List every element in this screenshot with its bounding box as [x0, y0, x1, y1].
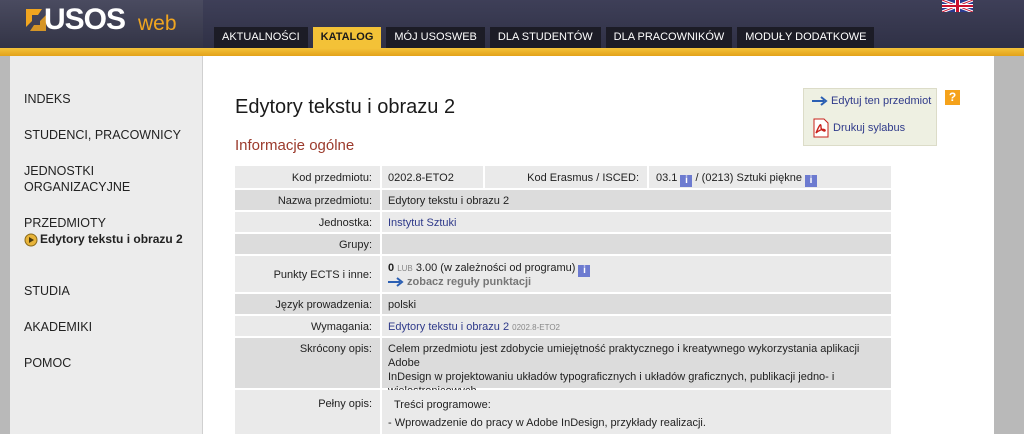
- ects-rules-link[interactable]: zobacz reguły punktacji: [388, 276, 531, 288]
- header-stripe: [0, 48, 1024, 56]
- erasmus-value: 03.1 i / (0213) Sztuki piękne i: [656, 166, 817, 190]
- opis-label: Skrócony opis:: [299, 343, 372, 355]
- edit-course-label: Edytuj ten przedmiot: [831, 95, 932, 107]
- left-margin: [0, 56, 10, 434]
- column-divider: [380, 338, 382, 388]
- table-row: Język prowadzenia: polski: [235, 294, 891, 316]
- column-divider: [380, 166, 382, 188]
- table-row: Jednostka: Instytut Sztuki: [235, 212, 891, 234]
- opis-line: Celem przedmiotu jest zdobycie umiejętno…: [388, 343, 860, 369]
- column-divider: [380, 316, 382, 336]
- info-icon[interactable]: i: [680, 175, 693, 187]
- tab-dla-studentow[interactable]: DLA STUDENTÓW: [489, 27, 601, 48]
- tab-aktualnosci[interactable]: AKTUALNOŚCI: [214, 27, 308, 48]
- erasmus-label: Kod Erasmus / ISCED:: [527, 172, 639, 184]
- sidebar-item-akademiki[interactable]: AKADEMIKI: [24, 319, 194, 335]
- tab-dla-pracownikow[interactable]: DLA PRACOWNIKÓW: [605, 27, 733, 48]
- column-divider: [647, 166, 649, 190]
- column-divider: [380, 294, 382, 314]
- opis-line: InDesign w projektowaniu układów typogra…: [388, 371, 835, 383]
- jednostka-link[interactable]: Instytut Sztuki: [388, 212, 456, 234]
- ects-rules-label: zobacz reguły punktacji: [407, 276, 532, 288]
- erasmus-code: 03.1: [656, 172, 678, 184]
- print-syllabus-link[interactable]: Drukuj sylabus: [812, 118, 905, 138]
- section-heading: Informacje ogólne: [235, 137, 355, 154]
- jednostka-label: Jednostka:: [318, 217, 372, 229]
- sidebar: INDEKS STUDENCI, PRACOWNICY JEDNOSTKI OR…: [10, 56, 202, 434]
- sidebar-subitem-current[interactable]: Edytory tekstu i obrazu 2: [24, 232, 194, 247]
- print-syllabus-label: Drukuj sylabus: [833, 122, 906, 134]
- wymagania-label: Wymagania:: [310, 321, 372, 333]
- actions-panel: Edytuj ten przedmiot Drukuj sylabus: [803, 88, 937, 146]
- sidebar-item-pomoc[interactable]: POMOC: [24, 355, 194, 371]
- column-divider: [380, 212, 382, 232]
- sidebar-item-przedmioty[interactable]: PRZEDMIOTY: [24, 215, 194, 231]
- arrow-right-icon: [812, 96, 828, 106]
- nazwa-value: Edytory tekstu i obrazu 2: [388, 195, 510, 207]
- sidebar-item-indeks[interactable]: INDEKS: [24, 91, 194, 107]
- table-row: Grupy:: [235, 234, 891, 256]
- sidebar-item-studenci[interactable]: STUDENCI, PRACOWNICY: [24, 127, 194, 143]
- ects-label: Punkty ECTS i inne:: [273, 269, 372, 281]
- page-title: Edytory tekstu i obrazu 2: [235, 96, 456, 118]
- column-divider: [380, 234, 382, 254]
- sidebar-divider: [202, 56, 203, 434]
- info-icon[interactable]: i: [578, 265, 591, 277]
- pelny-label: Pełny opis:: [318, 398, 372, 410]
- grupy-label: Grupy:: [338, 239, 372, 251]
- logo[interactable]: USOS web: [0, 0, 203, 48]
- kod-value: 0202.8-ETO2: [388, 172, 454, 184]
- sidebar-item-jednostki[interactable]: JEDNOSTKI ORGANIZACYJNE: [24, 163, 144, 195]
- tab-moduly-dodatkowe[interactable]: MODUŁY DODATKOWE: [737, 27, 875, 48]
- pelny-line: Treści programowe:: [394, 399, 491, 411]
- table-row: Pełny opis: Treści programowe: - Wprowad…: [235, 390, 891, 434]
- tab-katalog[interactable]: KATALOG: [312, 27, 382, 48]
- table-row: Punkty ECTS i inne: 0 LUB 3.00 (w zależn…: [235, 256, 891, 294]
- jezyk-value: polski: [388, 299, 417, 311]
- ects-value: 0 LUB 3.00 (w zależności od programu) i: [388, 261, 591, 277]
- english-flag-icon[interactable]: [942, 0, 973, 12]
- arrow-right-icon: [388, 277, 404, 287]
- nazwa-label: Nazwa przedmiotu:: [277, 195, 372, 207]
- column-divider: [380, 190, 382, 210]
- pelny-value: Treści programowe: - Wprowadzenie do pra…: [388, 398, 706, 430]
- logo-suffix: web: [138, 12, 177, 35]
- ects-max: 3.00 (w zależności od programu): [415, 262, 576, 274]
- wymagania-value: Edytory tekstu i obrazu 2 0202.8-ETO2: [388, 316, 560, 339]
- column-divider: [380, 256, 382, 292]
- isced-value: / (0213) Sztuki piękne: [695, 172, 802, 184]
- table-row: Kod przedmiotu: 0202.8-ETO2 Kod Erasmus …: [235, 166, 891, 190]
- edit-course-link[interactable]: Edytuj ten przedmiot: [812, 95, 931, 107]
- right-margin: [994, 56, 1024, 434]
- logo-text: USOS: [44, 3, 126, 36]
- pelny-line: - Wprowadzenie do pracy w Adobe InDesign…: [388, 417, 706, 429]
- current-arrow-icon: [24, 233, 38, 247]
- table-row: Nazwa przedmiotu: Edytory tekstu i obraz…: [235, 190, 891, 212]
- ects-min: 0: [388, 262, 395, 274]
- ects-or: LUB: [397, 264, 413, 273]
- table-row: Skrócony opis: Celem przedmiotu jest zdo…: [235, 338, 891, 397]
- wymagania-code: 0202.8-ETO2: [512, 323, 561, 332]
- wymagania-link[interactable]: Edytory tekstu i obrazu 2: [388, 321, 509, 333]
- sidebar-subitem-label: Edytory tekstu i obrazu 2: [40, 232, 183, 246]
- info-icon[interactable]: i: [805, 175, 817, 187]
- tab-moj-usosweb[interactable]: MÓJ USOSWEB: [386, 27, 485, 48]
- top-header: USOS web AKTUALNOŚCI KATALOG MÓJ USOSWEB…: [0, 0, 1024, 50]
- column-divider: [380, 390, 382, 434]
- jezyk-label: Język prowadzenia:: [275, 299, 372, 311]
- table-row: Wymagania: Edytory tekstu i obrazu 2 020…: [235, 316, 891, 338]
- help-button[interactable]: ?: [945, 90, 960, 105]
- kod-label: Kod przedmiotu:: [291, 172, 372, 184]
- pdf-icon: [813, 118, 829, 138]
- sidebar-item-studia[interactable]: STUDIA: [24, 283, 194, 299]
- main-nav: AKTUALNOŚCI KATALOG MÓJ USOSWEB DLA STUD…: [214, 27, 875, 48]
